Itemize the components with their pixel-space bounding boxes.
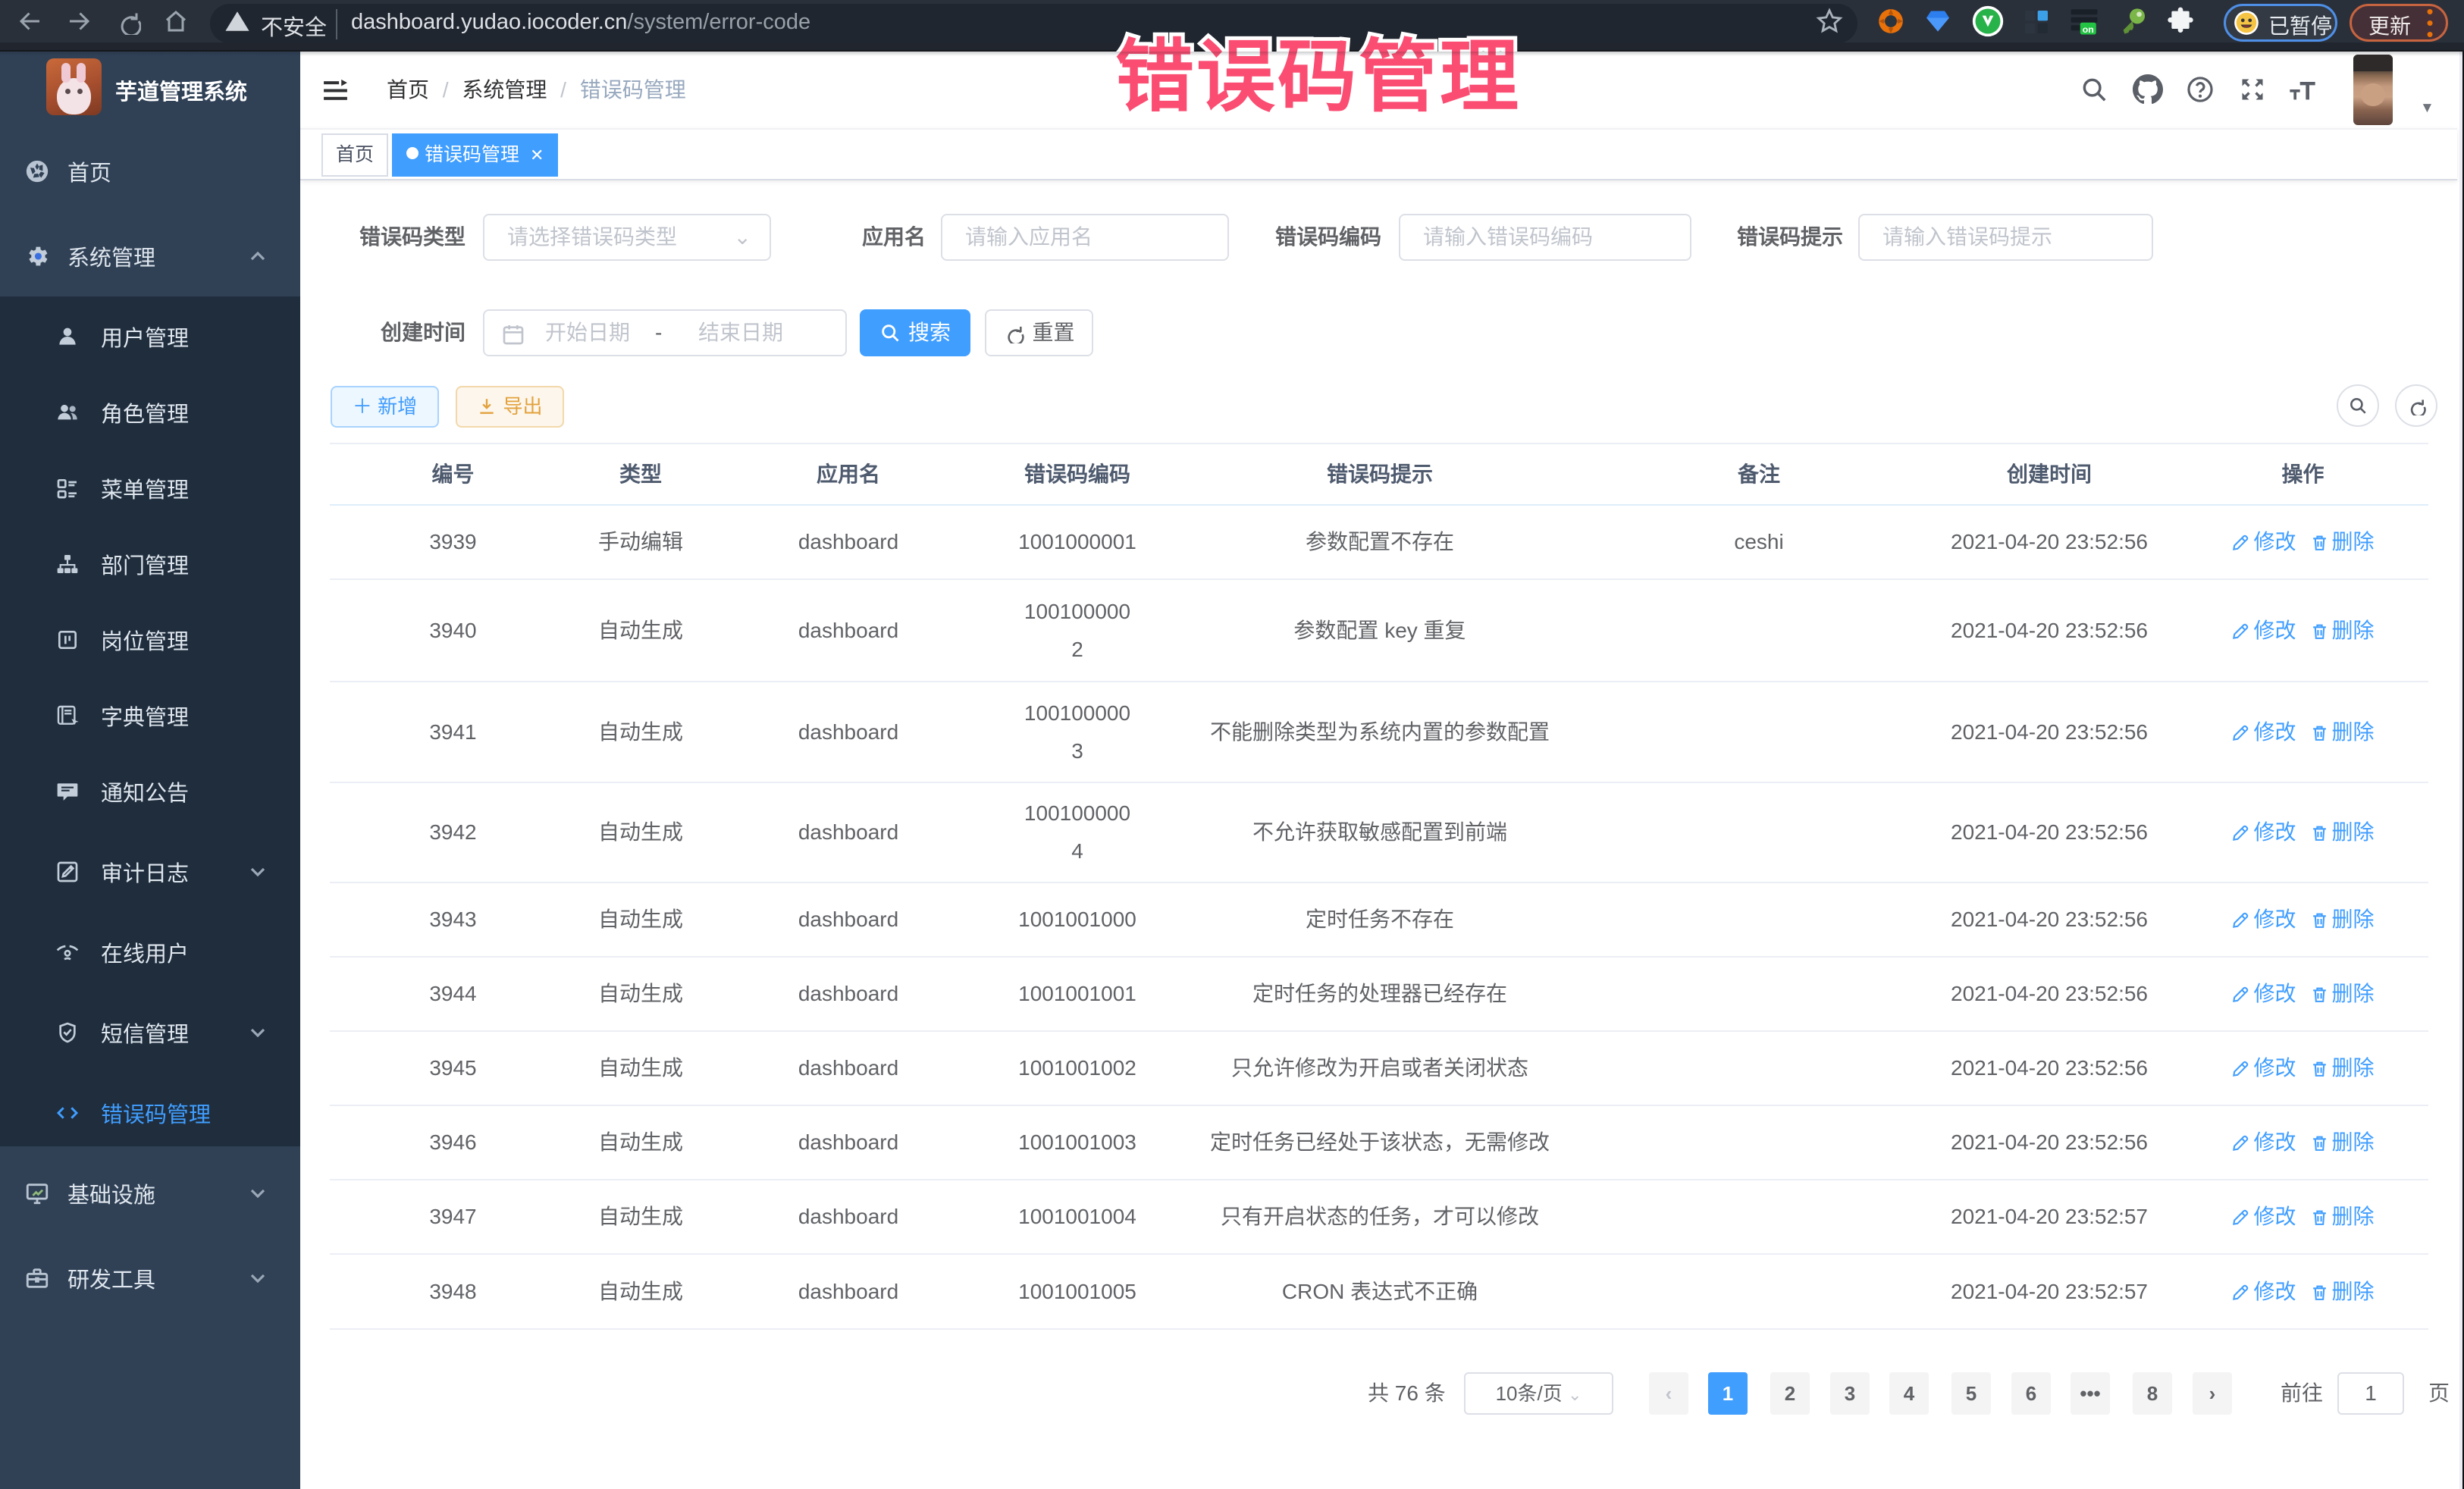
- svg-text:on: on: [2083, 24, 2094, 35]
